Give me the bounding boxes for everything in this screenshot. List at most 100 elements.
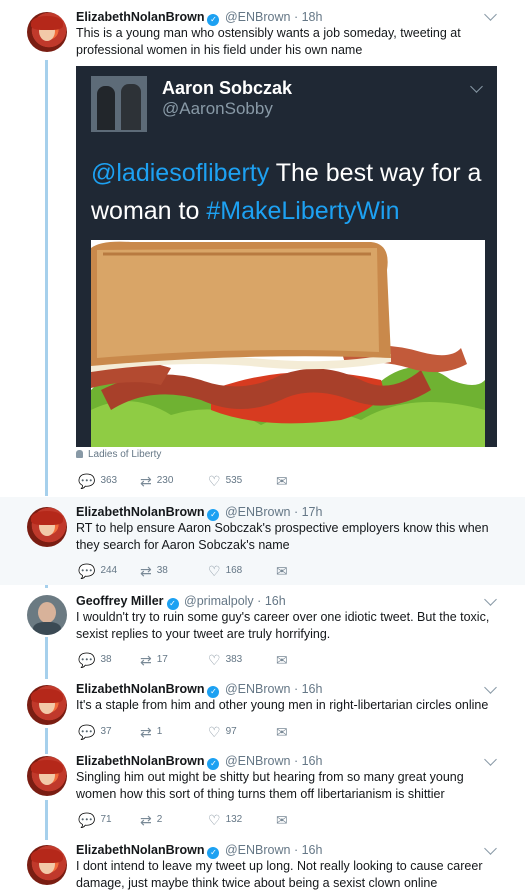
retweet-count: 2 (156, 814, 163, 825)
mention-link: @ladiesofliberty (91, 159, 270, 187)
retweet-icon: ⇄ (140, 652, 152, 668)
like-button[interactable]: ♡ 168 (208, 563, 242, 579)
tweet-header: ElizabethNolanBrown ✓ @ENBrown · 16h (76, 682, 322, 698)
heart-icon: ♡ (208, 563, 221, 579)
attribution-label: Ladies of Liberty (88, 449, 162, 460)
heart-icon: ♡ (208, 812, 221, 828)
like-count: 132 (225, 814, 243, 825)
handle[interactable]: @ENBrown (225, 505, 291, 519)
handle[interactable]: @ENBrown (225, 682, 291, 696)
retweet-button[interactable]: ⇄ 17 (140, 652, 168, 668)
direct-message-button[interactable]: ✉ (276, 724, 293, 740)
timestamp[interactable]: 17h (302, 505, 323, 519)
reply-button[interactable]: 💬 38 (78, 652, 112, 668)
reply-count: 363 (100, 475, 118, 486)
reply-count: 244 (100, 565, 118, 576)
timestamp[interactable]: 16h (302, 754, 323, 768)
timestamp[interactable]: 16h (302, 843, 323, 857)
hashtag-link: #MakeLibertyWin (206, 197, 400, 225)
tweet[interactable]: ElizabethNolanBrown ✓ @ENBrown · 16h Sing… (0, 748, 525, 837)
tweet-header: ElizabethNolanBrown ✓ @ENBrown · 16h (76, 754, 322, 770)
display-name[interactable]: ElizabethNolanBrown (76, 505, 204, 519)
display-name[interactable]: ElizabethNolanBrown (76, 843, 204, 857)
chevron-down-icon[interactable] (484, 593, 497, 606)
like-count: 383 (225, 654, 243, 665)
embedded-handle: @AaronSobby (162, 99, 273, 118)
direct-message-button[interactable]: ✉ (276, 563, 293, 579)
reply-icon: 💬 (78, 563, 96, 579)
display-name[interactable]: ElizabethNolanBrown (76, 10, 204, 24)
like-button[interactable]: ♡ 132 (208, 812, 242, 828)
avatar[interactable] (27, 756, 67, 796)
retweet-count: 1 (156, 726, 163, 737)
retweet-icon: ⇄ (140, 563, 152, 579)
reply-count: 71 (100, 814, 112, 825)
chevron-down-icon[interactable] (484, 681, 497, 694)
handle[interactable]: @ENBrown (225, 10, 291, 24)
heart-icon: ♡ (208, 724, 221, 740)
handle[interactable]: @ENBrown (225, 754, 291, 768)
avatar[interactable] (27, 595, 67, 635)
chevron-down-icon[interactable] (484, 842, 497, 855)
avatar[interactable] (27, 507, 67, 547)
tweet-text: RT to help ensure Aaron Sobczak's prospe… (76, 521, 489, 552)
handle[interactable]: @ENBrown (225, 843, 291, 857)
tweet[interactable]: Geoffrey Miller ✓ @primalpoly · 16h I wou… (0, 585, 525, 675)
tweet-text: It's a staple from him and other young m… (76, 698, 489, 712)
tweet[interactable]: ElizabethNolanBrown ✓ @ENBrown · 18h This… (0, 0, 525, 497)
separator-dot: · (293, 505, 299, 519)
reply-button[interactable]: 💬 244 (78, 563, 117, 579)
tweet-text: I wouldn't try to ruin some guy's career… (76, 610, 490, 641)
like-button[interactable]: ♡ 97 (208, 724, 237, 740)
direct-message-button[interactable]: ✉ (276, 812, 293, 828)
embedded-avatar (91, 76, 147, 132)
envelope-icon: ✉ (276, 812, 288, 828)
separator-dot: · (257, 594, 262, 608)
avatar[interactable] (27, 12, 67, 52)
direct-message-button[interactable]: ✉ (276, 652, 293, 668)
avatar[interactable] (27, 845, 67, 885)
tweet-text: This is a young man who ostensibly wants… (76, 26, 461, 57)
retweet-icon: ⇄ (140, 473, 152, 489)
photo-attribution[interactable]: Ladies of Liberty (76, 449, 161, 460)
retweet-button[interactable]: ⇄ 1 (140, 724, 162, 740)
tweet[interactable]: ElizabethNolanBrown ✓ @ENBrown · 16h It's… (0, 675, 525, 748)
tweet[interactable]: ElizabethNolanBrown ✓ @ENBrown · 16h I do… (0, 837, 525, 891)
separator-dot: · (293, 682, 299, 696)
direct-message-button[interactable]: ✉ (276, 473, 293, 489)
avatar[interactable] (27, 685, 67, 725)
heart-icon: ♡ (208, 652, 221, 668)
like-button[interactable]: ♡ 383 (208, 652, 242, 668)
tweet-header: ElizabethNolanBrown ✓ @ENBrown · 17h (76, 505, 322, 521)
display-name[interactable]: ElizabethNolanBrown (76, 682, 204, 696)
tweet[interactable]: ElizabethNolanBrown ✓ @ENBrown · 17h RT t… (0, 497, 525, 585)
person-icon (76, 450, 83, 458)
chevron-down-icon[interactable] (484, 8, 497, 21)
envelope-icon: ✉ (276, 473, 288, 489)
handle[interactable]: @primalpoly (184, 594, 254, 608)
embedded-tweet-text: @ladiesofliberty The best way for a woma… (91, 154, 486, 230)
retweet-count: 17 (156, 654, 168, 665)
timestamp[interactable]: 16h (265, 594, 286, 608)
retweet-button[interactable]: ⇄ 2 (140, 812, 162, 828)
display-name[interactable]: ElizabethNolanBrown (76, 754, 204, 768)
reply-button[interactable]: 💬 363 (78, 473, 117, 489)
display-name[interactable]: Geoffrey Miller (76, 594, 164, 608)
like-button[interactable]: ♡ 535 (208, 473, 242, 489)
reply-count: 37 (100, 726, 112, 737)
retweet-button[interactable]: ⇄ 230 (140, 473, 173, 489)
heart-icon: ♡ (208, 473, 221, 489)
reply-icon: 💬 (78, 652, 96, 668)
reply-button[interactable]: 💬 37 (78, 724, 112, 740)
embedded-tweet-screenshot[interactable]: Aaron Sobczak @AaronSobby @ladiesofliber… (76, 66, 497, 447)
reply-button[interactable]: 💬 71 (78, 812, 112, 828)
like-count: 535 (225, 475, 243, 486)
sandwich-image (91, 240, 485, 447)
timestamp[interactable]: 18h (302, 10, 323, 24)
separator-dot: · (293, 754, 299, 768)
retweet-button[interactable]: ⇄ 38 (140, 563, 168, 579)
chevron-down-icon[interactable] (484, 753, 497, 766)
like-count: 168 (225, 565, 243, 576)
retweet-count: 38 (156, 565, 168, 576)
timestamp[interactable]: 16h (302, 682, 323, 696)
